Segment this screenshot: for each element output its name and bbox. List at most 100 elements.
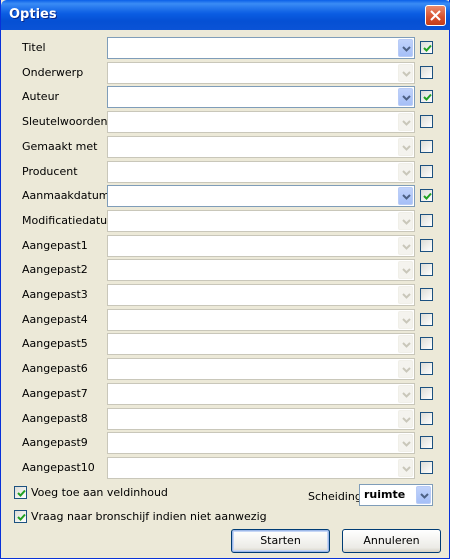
checkmark-icon <box>423 93 432 101</box>
field-checkbox[interactable] <box>420 140 433 153</box>
chevron-down-icon <box>402 244 411 250</box>
chevron-down-icon <box>402 95 411 101</box>
field-combobox[interactable] <box>107 185 415 207</box>
field-combobox <box>107 358 415 380</box>
add-to-field-checkbox[interactable] <box>14 486 27 499</box>
field-dropdown-button <box>398 410 413 428</box>
field-dropdown-button <box>398 286 413 304</box>
field-combobox <box>107 136 415 158</box>
separator-select[interactable]: ruimte <box>359 484 433 506</box>
field-row: Gemaakt met <box>1 136 450 158</box>
start-button-label: Starten <box>260 534 301 547</box>
field-dropdown-button <box>398 64 413 82</box>
field-checkbox[interactable] <box>420 436 433 449</box>
field-label: Aangepast4 <box>22 313 88 326</box>
chevron-down-icon <box>402 170 411 176</box>
chevron-down-icon <box>402 268 411 274</box>
field-row: Aangepast6 <box>1 358 450 380</box>
field-combobox <box>107 333 415 355</box>
field-combobox <box>107 432 415 454</box>
field-row: Titel <box>1 37 450 59</box>
field-combobox <box>107 383 415 405</box>
field-checkbox[interactable] <box>420 461 433 474</box>
field-label: Aangepast3 <box>22 288 88 301</box>
chevron-down-icon <box>402 71 411 77</box>
field-label: Sleutelwoorden <box>22 115 108 128</box>
field-label: Aanmaakdatum <box>22 189 110 202</box>
field-row: Aangepast3 <box>1 284 450 306</box>
field-checkbox[interactable] <box>420 66 433 79</box>
field-checkbox[interactable] <box>420 288 433 301</box>
field-combobox <box>107 210 415 232</box>
field-row: Aangepast5 <box>1 333 450 355</box>
field-dropdown-button <box>398 335 413 353</box>
field-dropdown-button <box>398 261 413 279</box>
field-row: Aanmaakdatum <box>1 185 450 207</box>
field-combobox <box>107 161 415 183</box>
field-row: Aangepast2 <box>1 259 450 281</box>
field-label: Producent <box>22 165 78 178</box>
add-to-field-label: Voeg toe aan veldinhoud <box>31 486 168 499</box>
field-label: Auteur <box>22 90 60 103</box>
field-row: Aangepast9 <box>1 432 450 454</box>
field-combobox <box>107 408 415 430</box>
chevron-down-icon <box>402 466 411 472</box>
chevron-down-icon <box>402 441 411 447</box>
field-dropdown-button[interactable] <box>398 88 413 106</box>
cancel-button[interactable]: Annuleren <box>342 529 441 553</box>
field-combobox <box>107 457 415 479</box>
field-label: Aangepast1 <box>22 239 88 252</box>
window-title: Opties <box>9 7 57 22</box>
options-dialog: Opties Titel Onderwerp Auteur Sleutelwoorde… <box>0 0 450 559</box>
field-checkbox[interactable] <box>420 115 433 128</box>
field-checkbox[interactable] <box>420 387 433 400</box>
field-dropdown-button[interactable] <box>398 39 413 57</box>
field-combobox <box>107 111 415 133</box>
field-label: Aangepast6 <box>22 362 88 375</box>
field-checkbox[interactable] <box>420 90 433 103</box>
field-checkbox[interactable] <box>420 41 433 54</box>
title-bar: Opties <box>1 0 450 30</box>
field-label: Aangepast10 <box>22 461 95 474</box>
field-checkbox[interactable] <box>420 412 433 425</box>
checkmark-icon <box>423 192 432 200</box>
field-label: Aangepast7 <box>22 387 88 400</box>
field-row: Producent <box>1 161 450 183</box>
field-row: Aangepast8 <box>1 408 450 430</box>
chevron-down-icon <box>402 342 411 348</box>
separator-label: Scheiding <box>308 490 362 503</box>
field-row: Sleutelwoorden <box>1 111 450 133</box>
field-dropdown-button <box>398 311 413 329</box>
field-dropdown-button <box>398 237 413 255</box>
field-checkbox[interactable] <box>420 214 433 227</box>
field-checkbox[interactable] <box>420 189 433 202</box>
checkmark-icon <box>17 489 26 497</box>
close-icon <box>430 10 441 21</box>
field-dropdown-button <box>398 459 413 477</box>
field-combobox <box>107 284 415 306</box>
chevron-down-icon <box>402 145 411 151</box>
checkmark-icon <box>17 513 26 521</box>
field-dropdown-button[interactable] <box>398 187 413 205</box>
field-combobox[interactable] <box>107 37 415 59</box>
field-combobox[interactable] <box>107 86 415 108</box>
field-row: Aangepast7 <box>1 383 450 405</box>
field-combobox <box>107 62 415 84</box>
field-row: Aangepast4 <box>1 309 450 331</box>
field-checkbox[interactable] <box>420 362 433 375</box>
chevron-down-icon <box>402 417 411 423</box>
start-button[interactable]: Starten <box>231 529 330 553</box>
field-row: Onderwerp <box>1 62 450 84</box>
field-dropdown-button <box>398 163 413 181</box>
field-checkbox[interactable] <box>420 263 433 276</box>
separator-dropdown-button[interactable] <box>416 486 431 504</box>
field-checkbox[interactable] <box>420 165 433 178</box>
field-checkbox[interactable] <box>420 239 433 252</box>
ask-source-checkbox[interactable] <box>14 510 27 523</box>
field-checkbox[interactable] <box>420 313 433 326</box>
close-button[interactable] <box>425 5 446 26</box>
field-checkbox[interactable] <box>420 337 433 350</box>
field-dropdown-button <box>398 138 413 156</box>
chevron-down-icon <box>420 493 429 499</box>
field-row: Aangepast10 <box>1 457 450 479</box>
